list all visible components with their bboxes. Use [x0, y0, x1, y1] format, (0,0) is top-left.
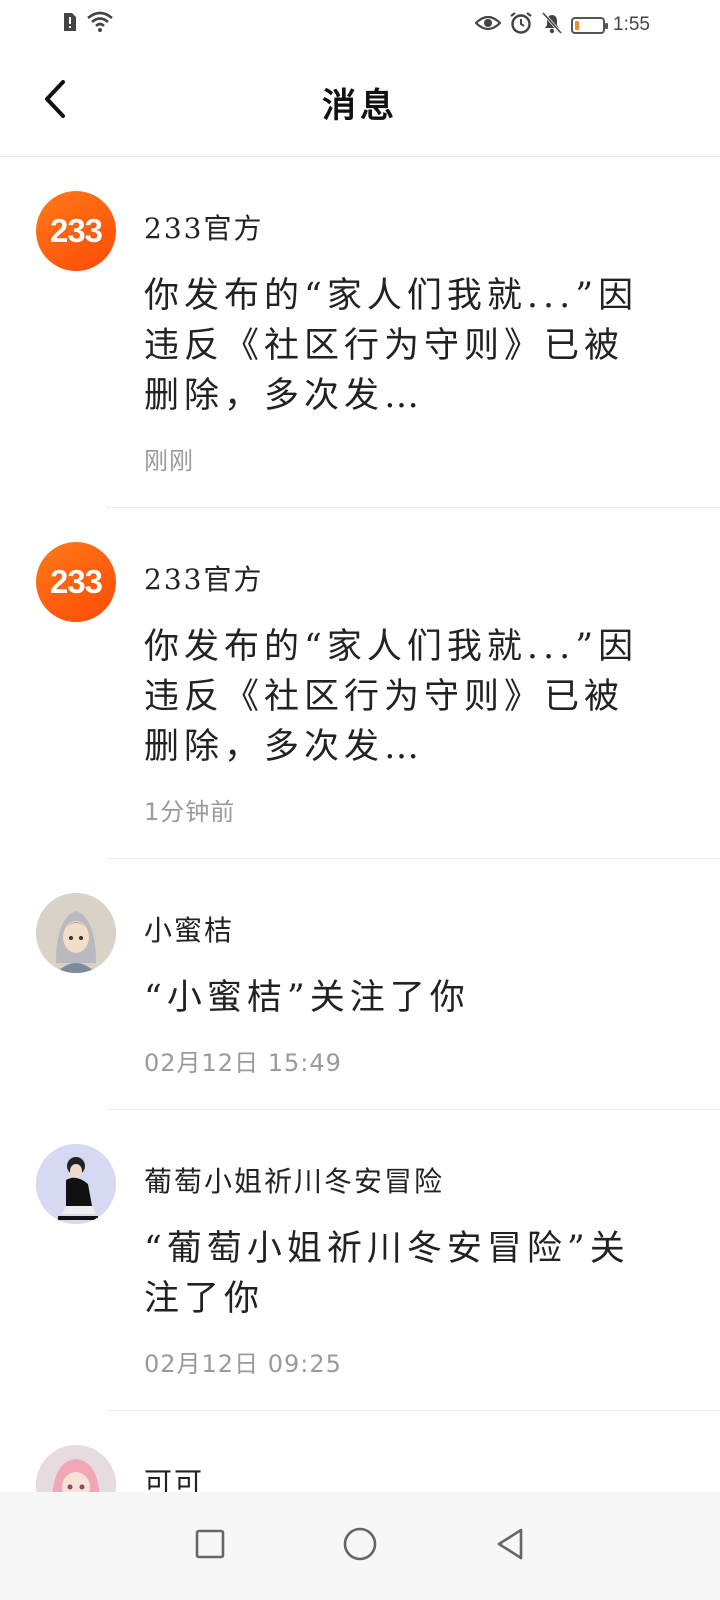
battery-level [575, 20, 580, 30]
message-time: 02月12日 09:25 [144, 1350, 342, 1378]
avatar-image [36, 893, 116, 973]
wifi-icon [86, 11, 114, 37]
header: 消息 [0, 48, 720, 157]
sender-name: 233官方 [144, 212, 264, 245]
message-time: 1分钟前 [144, 798, 236, 826]
alarm-icon [509, 11, 533, 39]
message-content: 你发布的“家人们我就...”因违反《社区行为守则》已被删除，多次发… [144, 276, 639, 416]
system-nav-bar [0, 1492, 720, 1600]
avatar[interactable] [36, 893, 116, 973]
message-item[interactable]: 233 233官方 你发布的“家人们我就...”因违反《社区行为守则》已被删除，… [0, 508, 720, 859]
avatar-logo-text: 233 [49, 212, 103, 249]
avatar[interactable]: 233 [36, 542, 116, 622]
message-item[interactable]: 葡萄小姐祈川冬安冒险 “葡萄小姐祈川冬安冒险”关注了你 02月12日 09:25 [0, 1110, 720, 1411]
sender-name: 小蜜桔 [144, 914, 235, 947]
triangle-back-icon [494, 1527, 526, 1565]
avatar[interactable]: 233 [36, 191, 116, 271]
bell-off-icon [541, 11, 563, 39]
page-title: 消息 [322, 86, 398, 126]
message-item[interactable]: 233 233官方 你发布的“家人们我就...”因违反《社区行为守则》已被删除，… [0, 157, 720, 508]
sim-alert-icon [62, 12, 78, 36]
message-list: 233 233官方 你发布的“家人们我就...”因违反《社区行为守则》已被删除，… [0, 157, 720, 1525]
message-content: “葡萄小姐祈川冬安冒险”关注了你 [144, 1229, 630, 1319]
recents-button[interactable] [190, 1526, 230, 1566]
sender-name: 233官方 [144, 563, 264, 596]
square-icon [194, 1528, 226, 1564]
avatar-image [36, 1144, 116, 1224]
message-item[interactable]: 可可 [0, 1411, 720, 1525]
status-time: 1:55 [613, 14, 650, 35]
message-time: 02月12日 15:49 [144, 1049, 342, 1077]
status-left [62, 11, 114, 37]
message-content: “小蜜桔”关注了你 [144, 978, 470, 1018]
message-time: 刚刚 [144, 447, 194, 475]
back-nav-button[interactable] [490, 1526, 530, 1566]
message-content: 你发布的“家人们我就...”因违反《社区行为守则》已被删除，多次发… [144, 627, 639, 767]
message-item[interactable]: 小蜜桔 “小蜜桔”关注了你 02月12日 15:49 [0, 859, 720, 1110]
home-button[interactable] [340, 1526, 380, 1566]
status-bar: 1:55 [0, 0, 720, 48]
status-right: 1:55 [474, 11, 650, 39]
battery-icon [571, 16, 609, 34]
circle-icon [342, 1526, 378, 1566]
eye-icon [474, 14, 502, 36]
avatar-logo-text: 233 [49, 563, 103, 600]
sender-name: 葡萄小姐祈川冬安冒险 [144, 1165, 445, 1198]
avatar[interactable] [36, 1144, 116, 1224]
